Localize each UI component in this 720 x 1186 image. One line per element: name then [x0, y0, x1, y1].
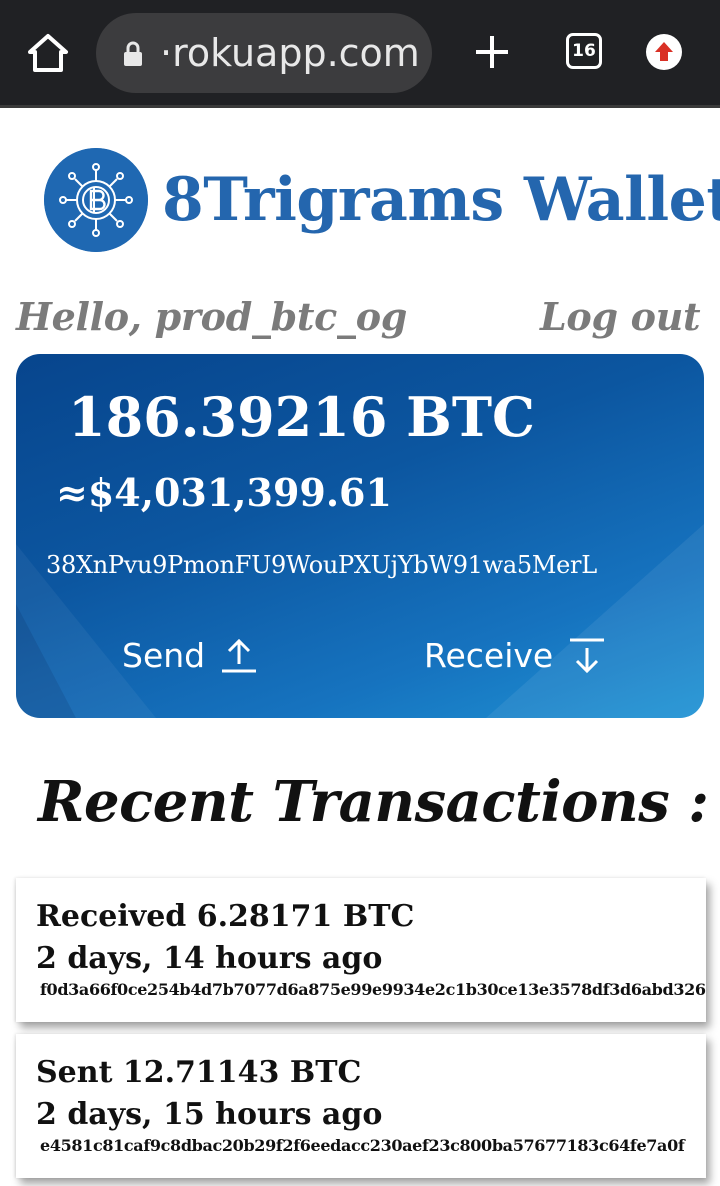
- transaction-card[interactable]: Received 6.28171 BTC 2 days, 14 hours ag…: [16, 878, 706, 1022]
- transaction-title: Received 6.28171 BTC: [36, 899, 415, 934]
- address-bar[interactable]: ·rokuapp.com: [96, 13, 432, 93]
- tabs-counter-button[interactable]: 16: [566, 33, 602, 69]
- browser-toolbar: ·rokuapp.com 16: [0, 0, 720, 108]
- transaction-title: Sent 12.71143 BTC: [36, 1055, 362, 1090]
- upload-arrow-icon: [222, 638, 257, 673]
- transaction-time: 2 days, 15 hours ago: [36, 1097, 383, 1132]
- wallet-address[interactable]: 38XnPvu9PmonFU9WouPXUjYbW91wa5MerL: [46, 548, 597, 582]
- usd-balance: ≈$4,031,399.61: [56, 470, 392, 515]
- transaction-time: 2 days, 14 hours ago: [36, 941, 383, 976]
- balance-card: 186.39216 BTC ≈$4,031,399.61 38XnPvu9Pmo…: [16, 354, 704, 718]
- recent-transactions-heading: Recent Transactions :: [38, 769, 709, 835]
- download-arrow-icon: [570, 638, 605, 674]
- plus-icon[interactable]: [474, 34, 510, 70]
- update-icon[interactable]: [646, 34, 682, 70]
- transaction-hash: f0d3a66f0ce254b4d7b7077d6a875e99e9934e2c…: [40, 980, 706, 999]
- receive-label: Receive: [424, 636, 554, 675]
- logout-link[interactable]: Log out: [540, 294, 701, 340]
- home-icon[interactable]: [26, 32, 70, 74]
- receive-button[interactable]: Receive: [424, 632, 607, 680]
- user-greeting: Hello, prod_btc_og: [16, 294, 408, 339]
- url-text: ·rokuapp.com: [160, 31, 420, 75]
- brand-title: 8Trigrams Wallet: [162, 165, 720, 235]
- transaction-hash: e4581c81caf9c8dbac20b29f2f6eedacc230aef2…: [40, 1136, 685, 1155]
- btc-balance: 186.39216 BTC: [68, 385, 535, 449]
- send-button[interactable]: Send: [122, 632, 259, 680]
- bitcoin-logo-icon: [44, 148, 148, 252]
- send-label: Send: [122, 636, 206, 675]
- lock-icon: [124, 41, 142, 66]
- transaction-card[interactable]: Sent 12.71143 BTC 2 days, 15 hours ago e…: [16, 1034, 706, 1178]
